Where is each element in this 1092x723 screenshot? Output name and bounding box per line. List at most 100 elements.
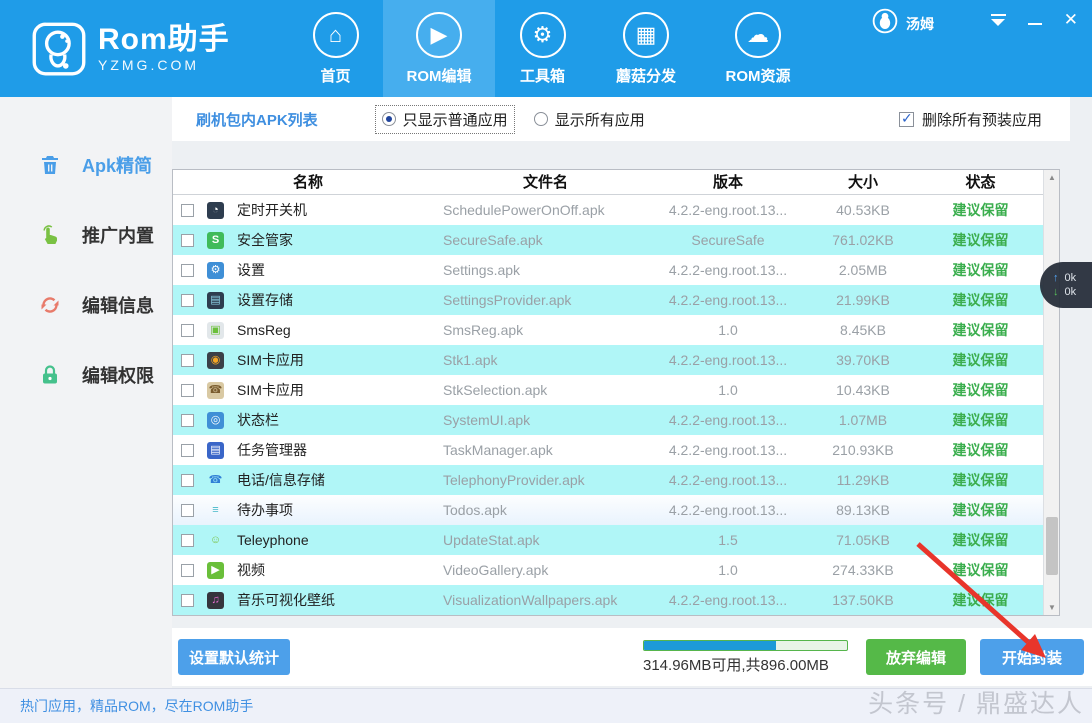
- app-filename: SecureSafe.apk: [443, 232, 648, 248]
- app-size: 10.43KB: [808, 382, 918, 398]
- filter-bar: 刷机包内APK列表 只显示普通应用 显示所有应用 删除所有预装应用: [172, 97, 1070, 141]
- scroll-down-icon[interactable]: ▼: [1044, 600, 1060, 615]
- app-icon: S: [207, 232, 224, 249]
- skin-menu-icon[interactable]: [991, 14, 1006, 26]
- minimize-icon[interactable]: [1028, 23, 1042, 25]
- nav-item-home[interactable]: ⌂ 首页: [288, 0, 383, 97]
- checkbox-delete-preinstalled[interactable]: 删除所有预装应用: [899, 109, 1060, 130]
- col-filename[interactable]: 文件名: [443, 170, 648, 195]
- row-checkbox[interactable]: [181, 504, 194, 517]
- app-version: 4.2.2-eng.root.13...: [648, 292, 808, 308]
- table-row[interactable]: ▤ 任务管理器 TaskManager.apk 4.2.2-eng.root.1…: [173, 435, 1043, 465]
- app-name: 音乐可视化壁纸: [233, 590, 443, 610]
- radio-icon: [534, 112, 548, 126]
- toolbox-icon: ⚙: [520, 12, 566, 58]
- start-package-button[interactable]: 开始封装: [980, 639, 1084, 675]
- table-row[interactable]: ≡ 待办事项 Todos.apk 4.2.2-eng.root.13... 89…: [173, 495, 1043, 525]
- app-filename: UpdateStat.apk: [443, 532, 648, 548]
- sidebar-item-promote-builtin[interactable]: 推广内置: [0, 215, 172, 255]
- app-name: 设置: [233, 260, 443, 280]
- app-filename: SystemUI.apk: [443, 412, 648, 428]
- abandon-edit-button[interactable]: 放弃编辑: [866, 639, 966, 675]
- row-checkbox[interactable]: [181, 444, 194, 457]
- promote-hand-icon: [38, 223, 62, 247]
- row-checkbox[interactable]: [181, 264, 194, 277]
- row-checkbox[interactable]: [181, 474, 194, 487]
- network-speed-widget[interactable]: ↑0k ↓0k: [1040, 262, 1092, 308]
- nav-item-mushroom-distribute[interactable]: ▦ 蘑菇分发: [590, 0, 702, 97]
- app-status: 建议保留: [918, 590, 1043, 610]
- app-size: 210.93KB: [808, 442, 918, 458]
- row-checkbox[interactable]: [181, 324, 194, 337]
- app-size: 71.05KB: [808, 532, 918, 548]
- table-row[interactable]: ♫ 音乐可视化壁纸 VisualizationWallpapers.apk 4.…: [173, 585, 1043, 615]
- app-size: 89.13KB: [808, 502, 918, 518]
- table-row[interactable]: S 安全管家 SecureSafe.apk SecureSafe 761.02K…: [173, 225, 1043, 255]
- content-area: Apk精简 推广内置: [0, 97, 1092, 688]
- col-status[interactable]: 状态: [918, 170, 1043, 195]
- radio-show-normal-apps[interactable]: 只显示普通应用: [376, 106, 514, 133]
- app-icon: ☎: [207, 472, 224, 489]
- app-icon: ⚙: [207, 262, 224, 279]
- sidebar-item-apk-trim[interactable]: Apk精简: [0, 145, 172, 185]
- app-size: 21.99KB: [808, 292, 918, 308]
- app-icon: ▣: [207, 322, 224, 339]
- nav-label: 工具箱: [520, 65, 565, 86]
- table-row[interactable]: ▶ 视频 VideoGallery.apk 1.0 274.33KB 建议保留: [173, 555, 1043, 585]
- radio-show-all-apps[interactable]: 显示所有应用: [528, 106, 651, 133]
- row-checkbox[interactable]: [181, 594, 194, 607]
- row-checkbox[interactable]: [181, 234, 194, 247]
- user-area[interactable]: 汤姆: [872, 8, 934, 39]
- table-row[interactable]: ◉ SIM卡应用 Stk1.apk 4.2.2-eng.root.13... 3…: [173, 345, 1043, 375]
- nav-item-rom-resource[interactable]: ☁ ROM资源: [702, 0, 814, 97]
- table-row[interactable]: ☺ Teleyphone UpdateStat.apk 1.5 71.05KB …: [173, 525, 1043, 555]
- app-name: 状态栏: [233, 410, 443, 430]
- table-row[interactable]: ◔ 定时开关机 SchedulePowerOnOff.apk 4.2.2-eng…: [173, 195, 1043, 225]
- app-logo: Rom助手 YZMG.COM: [32, 22, 230, 76]
- row-checkbox[interactable]: [181, 414, 194, 427]
- row-checkbox[interactable]: [181, 294, 194, 307]
- app-status: 建议保留: [918, 320, 1043, 340]
- sidebar-item-edit-permission[interactable]: 编辑权限: [0, 355, 172, 395]
- checkbox-icon: [899, 112, 914, 127]
- app-version: 4.2.2-eng.root.13...: [648, 592, 808, 608]
- app-filename: Todos.apk: [443, 502, 648, 518]
- scroll-up-icon[interactable]: ▲: [1044, 170, 1060, 185]
- storage-label: 314.96MB可用,共896.00MB: [643, 654, 848, 675]
- sidebar-item-edit-info[interactable]: 编辑信息: [0, 285, 172, 325]
- nav-item-rom-edit[interactable]: ▶ ROM编辑: [383, 0, 495, 97]
- close-icon[interactable]: ✕: [1064, 10, 1078, 30]
- table-row[interactable]: ▣ SmsReg SmsReg.apk 1.0 8.45KB 建议保留: [173, 315, 1043, 345]
- progress-bar-track: [643, 640, 848, 651]
- nav-label: 蘑菇分发: [616, 65, 676, 86]
- table-row[interactable]: ◎ 状态栏 SystemUI.apk 4.2.2-eng.root.13... …: [173, 405, 1043, 435]
- app-version: 4.2.2-eng.root.13...: [648, 502, 808, 518]
- row-checkbox[interactable]: [181, 204, 194, 217]
- app-icon: ◎: [207, 412, 224, 429]
- scrollbar-thumb[interactable]: [1046, 517, 1058, 575]
- radio-label: 显示所有应用: [555, 109, 645, 130]
- col-version[interactable]: 版本: [648, 170, 808, 195]
- table-row[interactable]: ☎ SIM卡应用 StkSelection.apk 1.0 10.43KB 建议…: [173, 375, 1043, 405]
- app-version: 1.5: [648, 532, 808, 548]
- row-checkbox[interactable]: [181, 384, 194, 397]
- radio-label: 只显示普通应用: [403, 109, 508, 130]
- row-checkbox[interactable]: [181, 354, 194, 367]
- row-checkbox[interactable]: [181, 564, 194, 577]
- nav-item-toolbox[interactable]: ⚙ 工具箱: [495, 0, 590, 97]
- app-status: 建议保留: [918, 500, 1043, 520]
- table-row[interactable]: ☎ 电话/信息存储 TelephonyProvider.apk 4.2.2-en…: [173, 465, 1043, 495]
- row-checkbox[interactable]: [181, 534, 194, 547]
- app-name: Teleyphone: [233, 532, 443, 548]
- lock-icon: [38, 363, 62, 387]
- col-size[interactable]: 大小: [808, 170, 918, 195]
- table-row[interactable]: ▤ 设置存储 SettingsProvider.apk 4.2.2-eng.ro…: [173, 285, 1043, 315]
- col-name[interactable]: 名称: [173, 170, 443, 195]
- table-scrollbar[interactable]: ▲ ▼: [1043, 170, 1059, 615]
- action-footer: 设置默认统计 314.96MB可用,共896.00MB 放弃编辑 开始封装: [172, 628, 1092, 686]
- app-version: 4.2.2-eng.root.13...: [648, 472, 808, 488]
- table-row[interactable]: ⚙ 设置 Settings.apk 4.2.2-eng.root.13... 2…: [173, 255, 1043, 285]
- nav-label: ROM资源: [726, 65, 791, 86]
- set-default-stats-button[interactable]: 设置默认统计: [178, 639, 290, 675]
- app-size: 39.70KB: [808, 352, 918, 368]
